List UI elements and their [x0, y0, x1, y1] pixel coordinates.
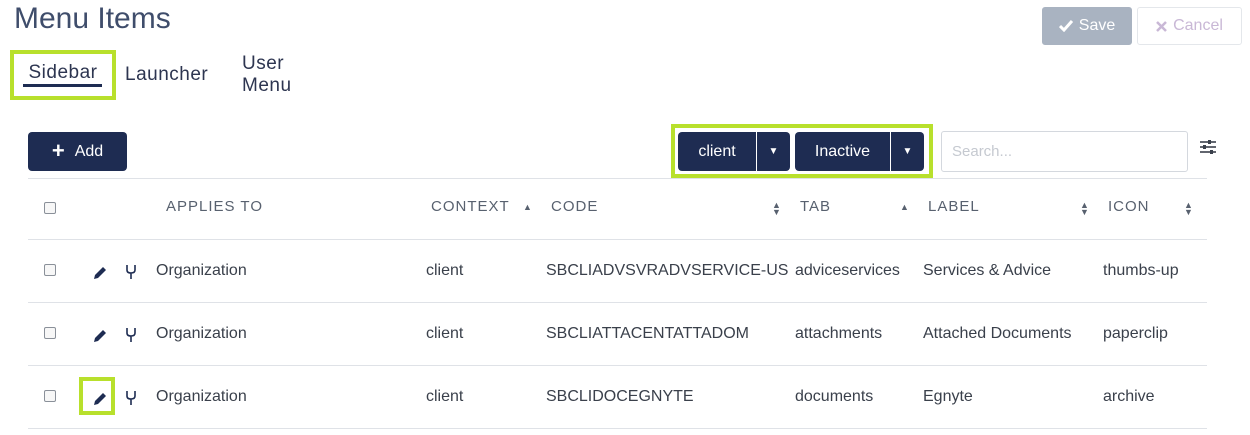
active-tab-indicator: [23, 84, 102, 87]
add-label: Add: [74, 142, 104, 160]
context-cell: client: [426, 325, 464, 342]
cancel-button[interactable]: Cancel: [1137, 7, 1242, 45]
pencil-icon[interactable]: [93, 329, 107, 343]
applies-to-cell: Organization: [156, 262, 247, 279]
tab-sidebar-label: Sidebar: [28, 62, 98, 83]
code-cell: SBCLIDOCEGNYTE: [546, 388, 694, 405]
tab-user-menu[interactable]: User Menu: [242, 50, 292, 100]
icon-cell: thumbs-up: [1103, 262, 1179, 279]
divider: [28, 365, 1207, 366]
code-cell: SBCLIADVSVRADVSERVICE-US: [546, 262, 789, 279]
divider: [28, 239, 1207, 240]
tab-sidebar[interactable]: Sidebar: [10, 50, 116, 100]
code-cell: SBCLIATTACENTATTADOM: [546, 325, 749, 342]
label-cell: Services & Advice: [923, 262, 1052, 279]
check-icon: [1058, 20, 1073, 32]
sort-icon[interactable]: ▲ ▼: [1184, 201, 1193, 217]
status-filter-dropdown[interactable]: Inactive ▼: [795, 132, 924, 171]
cancel-label: Cancel: [1173, 17, 1223, 34]
context-filter-dropdown[interactable]: client ▼: [678, 132, 790, 171]
x-icon: [1156, 20, 1167, 32]
chevron-down-icon[interactable]: ▼: [890, 132, 924, 171]
tab-cell: adviceservices: [795, 262, 900, 279]
applies-to-cell: Organization: [156, 388, 247, 405]
sort-asc-icon[interactable]: ▲: [900, 203, 909, 212]
save-button[interactable]: Save: [1042, 7, 1132, 45]
column-header-applies-to[interactable]: APPLIES TO: [166, 198, 263, 215]
tab-cell: attachments: [795, 325, 883, 342]
branch-icon[interactable]: [125, 264, 137, 280]
plus-icon: +: [51, 137, 65, 163]
icon-cell: paperclip: [1103, 325, 1168, 342]
branch-icon[interactable]: [125, 390, 137, 406]
row-checkbox[interactable]: [44, 327, 56, 339]
row-checkbox[interactable]: [44, 264, 56, 276]
label-cell: Egnyte: [923, 388, 973, 405]
sliders-icon[interactable]: [1199, 138, 1217, 156]
status-filter-label: Inactive: [814, 142, 871, 160]
context-cell: client: [426, 262, 464, 279]
tab-launcher-label: Launcher: [125, 64, 209, 85]
row-checkbox[interactable]: [44, 390, 56, 402]
divider: [28, 178, 1207, 179]
context-cell: client: [426, 388, 464, 405]
page-title: Menu Items: [14, 2, 171, 35]
column-header-context[interactable]: CONTEXT: [431, 198, 510, 215]
branch-icon[interactable]: [125, 327, 137, 343]
chevron-down-icon[interactable]: ▼: [756, 132, 790, 171]
tab-launcher[interactable]: Launcher: [125, 50, 208, 100]
sort-asc-icon[interactable]: ▲: [523, 203, 532, 212]
divider: [28, 428, 1207, 429]
sort-icon[interactable]: ▲ ▼: [1080, 201, 1089, 217]
search-input[interactable]: [941, 131, 1188, 172]
tab-user-menu-label: User Menu: [242, 53, 292, 96]
icon-cell: archive: [1103, 388, 1155, 405]
applies-to-cell: Organization: [156, 325, 247, 342]
column-header-icon[interactable]: ICON: [1108, 198, 1150, 215]
divider: [28, 302, 1207, 303]
save-label: Save: [1078, 17, 1116, 34]
add-button[interactable]: + Add: [28, 132, 127, 171]
label-cell: Attached Documents: [923, 325, 1072, 342]
column-header-code[interactable]: CODE: [551, 198, 598, 215]
context-filter-label: client: [698, 142, 736, 160]
sort-icon[interactable]: ▲ ▼: [772, 201, 781, 217]
pencil-icon[interactable]: [93, 266, 107, 280]
select-all-checkbox[interactable]: [44, 202, 56, 214]
edit-highlight: [79, 377, 115, 415]
column-header-tab[interactable]: TAB: [800, 198, 831, 215]
tab-cell: documents: [795, 388, 874, 405]
column-header-label[interactable]: LABEL: [928, 198, 980, 215]
